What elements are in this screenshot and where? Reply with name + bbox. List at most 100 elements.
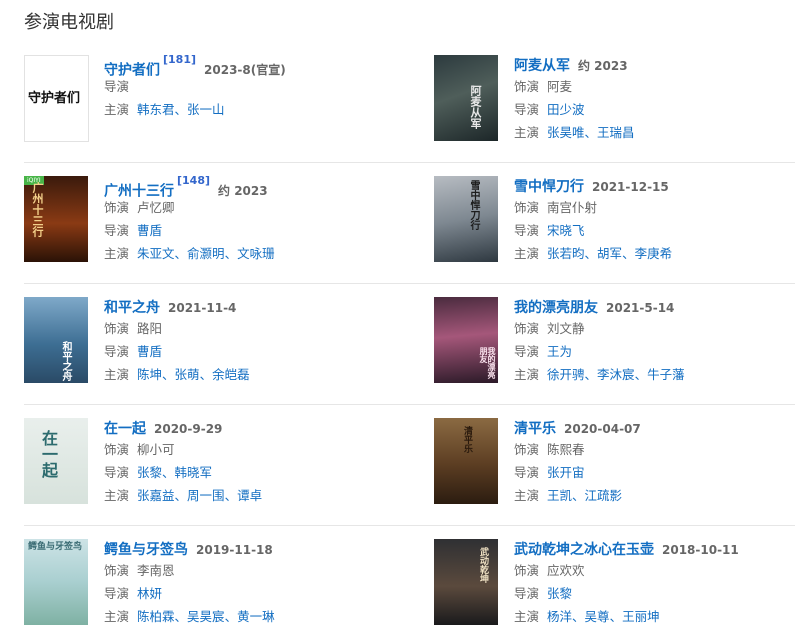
cast-line-link[interactable]: 王凯 [547, 488, 572, 503]
drama-info: 武动乾坤之冰心在玉壶 2018-10-11 饰演 应欢欢 导演 张黎 主演 杨洋、吴尊、王丽坤 [514, 539, 794, 628]
poster-image[interactable]: 在一起 [24, 418, 88, 504]
drama-title-link[interactable]: 和平之舟 [104, 300, 160, 316]
cast-line-link[interactable]: 张一山 [187, 102, 225, 117]
citation-link[interactable]: [148] [177, 174, 210, 187]
role-line: 饰演 李南恩 [104, 559, 384, 582]
cast-line-link[interactable]: 张萌 [175, 367, 200, 382]
cast-line-link[interactable]: 王瑞昌 [597, 125, 635, 140]
cast-line-link[interactable]: 张昊唯 [547, 125, 585, 140]
poster-image[interactable]: 清平乐 [434, 418, 498, 504]
separator: 、 [584, 367, 598, 382]
cast-line-link[interactable]: 陈柏霖 [137, 609, 175, 624]
cast-line-label: 主演 [104, 102, 130, 117]
cast-line-link[interactable]: 胡军 [597, 246, 622, 261]
row-divider [24, 162, 795, 163]
role-line-label: 饰演 [514, 563, 540, 578]
director-line-link[interactable]: 田少波 [547, 102, 585, 117]
tv-drama-card: 武动乾坤 武动乾坤之冰心在玉壶 2018-10-11 饰演 应欢欢 导演 张黎 主演 杨洋、吴尊… [434, 539, 794, 631]
poster-image[interactable]: 雪中悍刀行 [434, 176, 498, 262]
poster-title-art: 我的漂亮朋友 [479, 347, 497, 379]
role-line: 饰演 路阳 [104, 317, 384, 340]
drama-title-line: 在一起 2020-9-29 [104, 418, 384, 438]
drama-title-link[interactable]: 雪中悍刀行 [514, 179, 584, 195]
cast-line-link[interactable]: 徐开骋 [547, 367, 585, 382]
citation-link[interactable]: [181] [163, 53, 196, 66]
drama-info: 清平乐 2020-04-07 饰演 陈熙春 导演 张开宙 主演 王凯、江疏影 [514, 418, 794, 507]
cast-line-label: 主演 [514, 367, 540, 382]
role-line-value: 路阳 [137, 321, 163, 336]
director-line-label: 导演 [514, 102, 540, 117]
cast-line-link[interactable]: 李庚希 [635, 246, 673, 261]
cast-line: 主演 杨洋、吴尊、王丽坤 [514, 605, 794, 628]
role-line-label: 饰演 [104, 563, 130, 578]
director-line-link[interactable]: 张开宙 [547, 465, 585, 480]
separator: 、 [634, 367, 648, 382]
director-line: 导演 王为 [514, 340, 794, 363]
poster-title-art: 清平乐 [462, 426, 472, 453]
separator: 、 [622, 246, 635, 261]
cast-line-link[interactable]: 文咏珊 [237, 246, 275, 261]
role-line-value: 李南恩 [137, 563, 175, 578]
drama-title-link[interactable]: 阿麦从军 [514, 58, 570, 74]
cast-line-link[interactable]: 李沐宸 [597, 367, 635, 382]
director-line-link[interactable]: 张黎 [547, 586, 572, 601]
drama-title-link[interactable]: 我的漂亮朋友 [514, 300, 598, 316]
director-line-link[interactable]: 林妍 [137, 586, 162, 601]
role-line-label: 饰演 [104, 200, 130, 215]
cast-line-label: 主演 [514, 488, 540, 503]
tv-drama-card: 雪中悍刀行 雪中悍刀行 2021-12-15 饰演 南宫仆射 导演 宋晓飞 主演 张若昀、胡军、… [434, 176, 794, 268]
cast-line: 主演 张昊唯、王瑞昌 [514, 121, 794, 144]
cast-line-link[interactable]: 杨洋 [547, 609, 572, 624]
cast-line-link[interactable]: 俞灏明 [187, 246, 225, 261]
role-line-value: 陈熙春 [547, 442, 585, 457]
cast-line-link[interactable]: 张若昀 [547, 246, 585, 261]
drama-title-link[interactable]: 武动乾坤之冰心在玉壶 [514, 542, 654, 558]
drama-info: 阿麦从军约 2023 饰演 阿麦 导演 田少波 主演 张昊唯、王瑞昌 [514, 55, 794, 144]
cast-line-link[interactable]: 陈坤 [137, 367, 162, 382]
poster-title-art: 阿麦从军 [469, 85, 482, 129]
director-line-link[interactable]: 王为 [547, 344, 572, 359]
poster-image[interactable]: 守护者们 [24, 55, 89, 142]
separator: 、 [572, 488, 585, 503]
cast-line-link[interactable]: 张嘉益 [137, 488, 175, 503]
cast-line-link[interactable]: 吴昊宸 [187, 609, 225, 624]
separator: 、 [224, 488, 238, 503]
director-line-link[interactable]: 张黎 [137, 465, 162, 480]
tv-drama-card: iQIYI 广州十三行 广州十三行[148]约 2023 饰演 卢忆卿 导演 曹盾 主演 朱亚文… [24, 174, 384, 268]
cast-line-link[interactable]: 谭卓 [237, 488, 262, 503]
drama-title-link[interactable]: 清平乐 [514, 421, 556, 437]
drama-title-link[interactable]: 在一起 [104, 421, 146, 437]
director-line: 导演 [104, 75, 384, 98]
role-line: 饰演 柳小可 [104, 438, 384, 461]
poster-image[interactable]: iQIYI 广州十三行 [24, 176, 88, 262]
drama-title-line: 我的漂亮朋友 2021-5-14 [514, 297, 794, 317]
drama-info: 雪中悍刀行 2021-12-15 饰演 南宫仆射 导演 宋晓飞 主演 张若昀、胡军、李庚希 [514, 176, 794, 265]
director-line-link[interactable]: 曹盾 [137, 344, 162, 359]
release-date: 2023-8(官宣) [204, 63, 286, 78]
cast-line-link[interactable]: 朱亚文 [137, 246, 175, 261]
cast-line-link[interactable]: 江疏影 [585, 488, 623, 503]
row-divider [24, 404, 795, 405]
director-line-link[interactable]: 韩晓军 [175, 465, 213, 480]
cast-line-link[interactable]: 余皑磊 [212, 367, 250, 382]
cast-line-link[interactable]: 吴尊 [585, 609, 610, 624]
separator: 、 [174, 488, 188, 503]
cast-line-link[interactable]: 周一围 [187, 488, 225, 503]
cast-line-link[interactable]: 牛子藩 [647, 367, 685, 382]
poster-image[interactable]: 阿麦从军 [434, 55, 498, 141]
poster-image[interactable]: 我的漂亮朋友 [434, 297, 498, 383]
drama-title-line: 广州十三行[148]约 2023 [104, 174, 384, 199]
separator: 、 [199, 367, 213, 382]
poster-image[interactable]: 武动乾坤 [434, 539, 498, 625]
director-line-link[interactable]: 宋晓飞 [547, 223, 585, 238]
director-line-label: 导演 [514, 586, 540, 601]
cast-line-link[interactable]: 黄一琳 [237, 609, 275, 624]
release-date: 2021-12-15 [592, 180, 669, 194]
cast-line-label: 主演 [514, 609, 540, 624]
drama-title-link[interactable]: 鳄鱼与牙签鸟 [104, 542, 188, 558]
poster-image[interactable]: 和平之舟 [24, 297, 88, 383]
poster-image[interactable]: 鳄鱼与牙签鸟 [24, 539, 88, 625]
cast-line-link[interactable]: 王丽坤 [622, 609, 660, 624]
cast-line-link[interactable]: 韩东君 [137, 102, 175, 117]
director-line-link[interactable]: 曹盾 [137, 223, 162, 238]
